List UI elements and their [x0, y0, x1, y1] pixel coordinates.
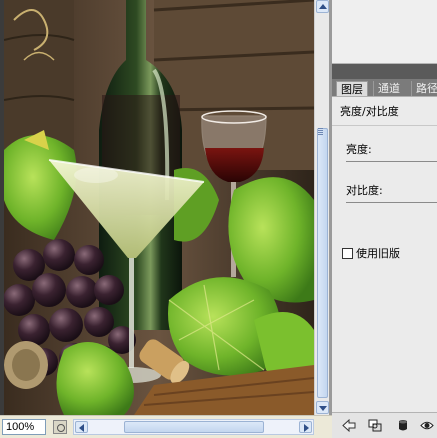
- wine-photo: [4, 0, 314, 415]
- divider: [332, 125, 437, 126]
- scroll-left-button[interactable]: [75, 421, 88, 433]
- scroll-right-button[interactable]: [299, 421, 312, 433]
- panel-divider: [332, 64, 437, 79]
- arrow-left-icon: [79, 424, 84, 432]
- arrow-down-icon: [319, 406, 327, 411]
- vertical-scrollbar[interactable]: [314, 0, 329, 415]
- tab-paths[interactable]: 路径: [411, 81, 437, 96]
- visibility-eye-icon[interactable]: [420, 419, 434, 432]
- document-info-icon[interactable]: [53, 420, 67, 434]
- horizontal-scrollbar[interactable]: [73, 419, 314, 435]
- document-window: 100%: [0, 0, 332, 438]
- upper-panel-area: [332, 0, 437, 64]
- use-legacy-label: 使用旧版: [356, 247, 400, 260]
- arrow-right-icon: [304, 424, 309, 432]
- use-legacy-checkbox[interactable]: [342, 247, 353, 259]
- arrow-up-icon: [319, 4, 327, 9]
- scroll-up-button[interactable]: [316, 0, 329, 13]
- clip-to-layer-icon[interactable]: [368, 419, 382, 432]
- scroll-grip-icon: [318, 128, 323, 135]
- mask-icon[interactable]: [396, 419, 410, 432]
- document-canvas[interactable]: [4, 0, 314, 415]
- vertical-scroll-thumb[interactable]: [317, 128, 328, 398]
- contrast-slider[interactable]: [346, 202, 437, 203]
- back-arrow-icon[interactable]: [342, 419, 356, 432]
- adjustment-title: 亮度/对比度: [340, 105, 399, 118]
- brightness-label: 亮度:: [346, 143, 372, 156]
- panel-tab-bar: 图层 通道 路径: [332, 79, 437, 96]
- use-legacy-option[interactable]: 使用旧版: [342, 245, 400, 261]
- scroll-down-button[interactable]: [316, 401, 329, 414]
- adjustment-panel: 亮度/对比度 亮度: 对比度: 使用旧版: [332, 96, 437, 412]
- tab-layers[interactable]: 图层: [336, 81, 368, 96]
- status-bar: 100%: [0, 415, 332, 438]
- right-panel: 图层 通道 路径 亮度/对比度 亮度: 对比度: 使用旧版: [332, 0, 437, 438]
- contrast-label: 对比度:: [346, 184, 383, 197]
- horizontal-scroll-thumb[interactable]: [124, 421, 264, 433]
- zoom-field[interactable]: 100%: [2, 419, 46, 435]
- brightness-slider[interactable]: [346, 161, 437, 162]
- tab-channels[interactable]: 通道: [373, 81, 404, 96]
- panel-bottom-toolbar: [332, 412, 437, 438]
